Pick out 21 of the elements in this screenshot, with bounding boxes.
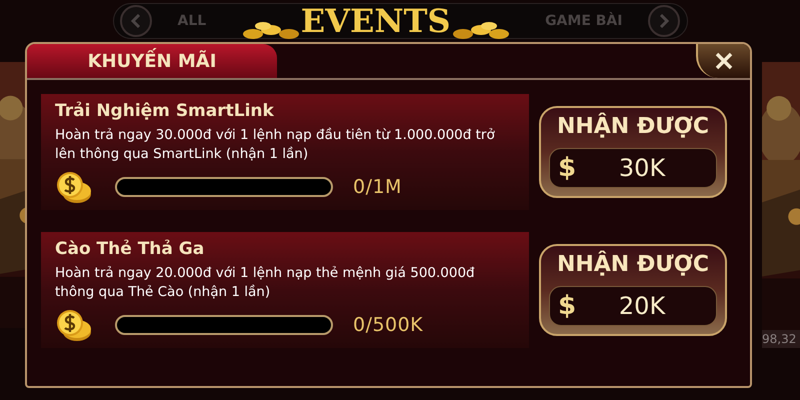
close-button[interactable] (696, 44, 750, 78)
dollar-sign: $ (558, 152, 576, 184)
promotion-title: Cào Thẻ Thả Ga (55, 238, 206, 260)
previous-button[interactable] (120, 5, 152, 37)
chevron-left-icon (130, 14, 142, 28)
progress-value: 0/1M (353, 174, 402, 200)
chevron-right-icon (658, 14, 670, 28)
card-value: 98,32 (762, 330, 800, 348)
next-button[interactable] (648, 5, 680, 37)
reward-amount: 30K (618, 153, 666, 184)
events-title: EVENTS (300, 2, 451, 40)
reward-amount: 20K (618, 291, 666, 322)
promotion-title: Trải Nghiệm SmartLink (55, 100, 275, 122)
reward-button[interactable]: NHẬN ĐƯỢC $ 30K (539, 106, 727, 198)
close-icon (715, 52, 733, 70)
tab[interactable]: KHUYẾN MÃI (27, 44, 277, 78)
promotion-description: Hoàn trả ngay 20.000đ với 1 lệnh nạp thẻ mệnh giá 500.000đ thông qua Thẻ Cào (nhận 1 lần) (55, 264, 476, 302)
promotion-description: Hoàn trả ngay 30.000đ với 1 lệnh nạp đầu tiên từ 1.000.000đ trở lên thông qua SmartLink (nhận 1 lần) (55, 126, 496, 164)
reward-button[interactable]: NHẬN ĐƯỢC $ 20K (539, 244, 727, 336)
progress-value: 0/500K (353, 312, 424, 338)
dollar-sign: $ (558, 290, 576, 322)
